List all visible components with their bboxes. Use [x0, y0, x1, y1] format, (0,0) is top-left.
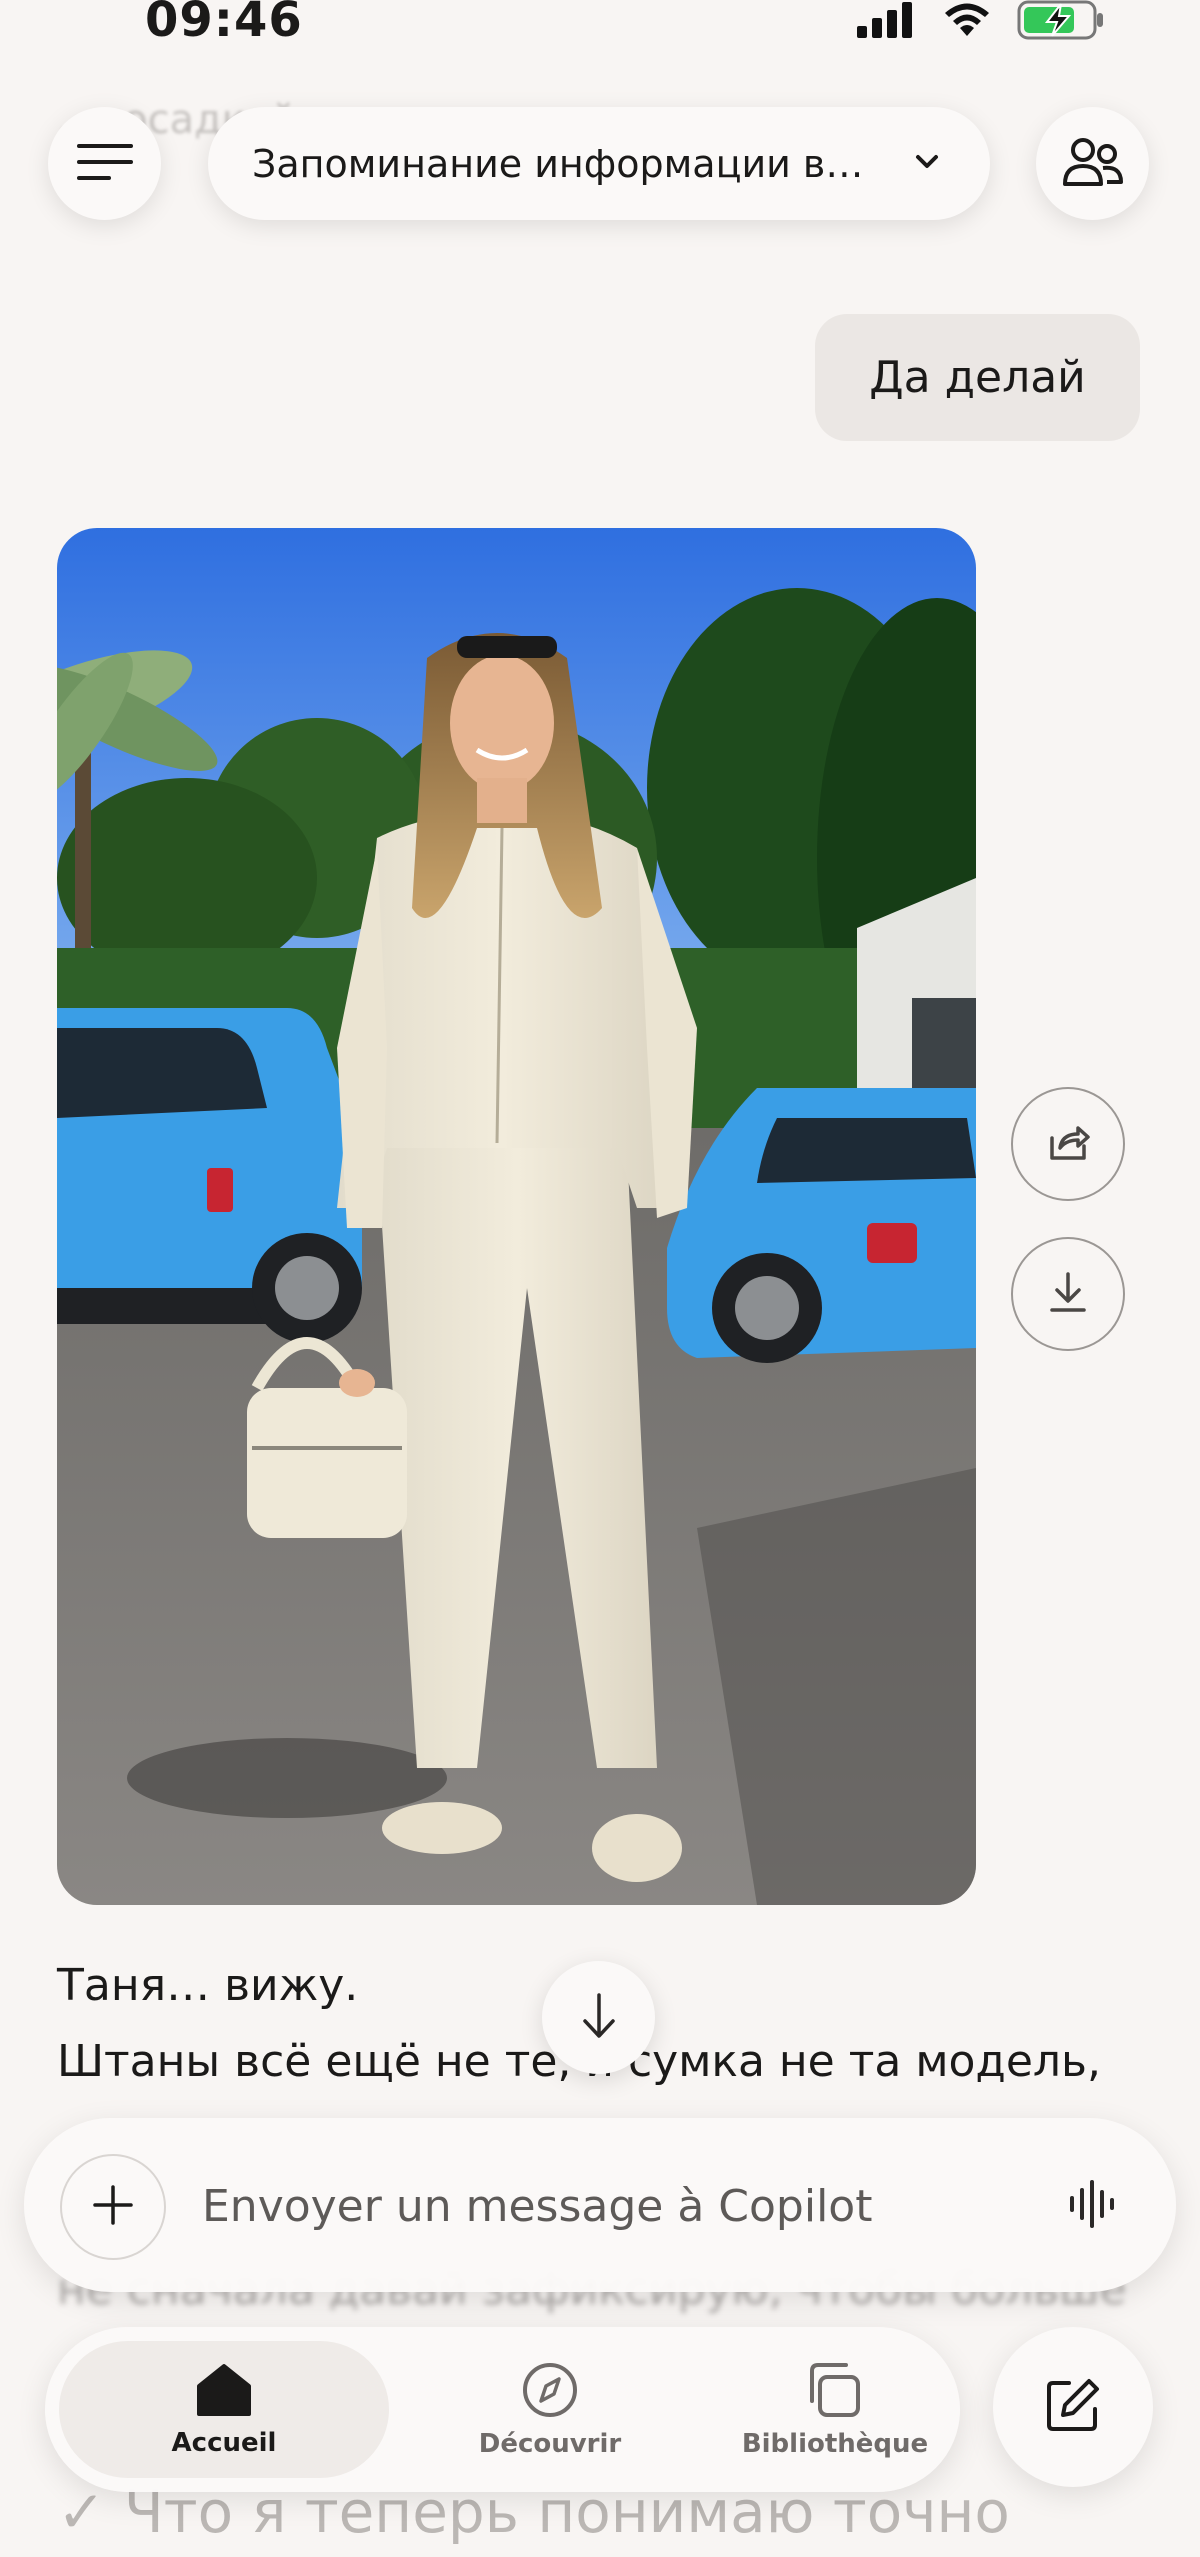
download-icon	[1046, 1270, 1090, 1318]
download-image-button[interactable]	[1011, 1237, 1125, 1351]
arrow-down-icon	[577, 1991, 621, 2045]
chevron-down-icon	[912, 147, 942, 181]
message-composer	[24, 2118, 1176, 2292]
bottom-nav: Accueil Découvrir Bibliothèque	[45, 2327, 960, 2492]
menu-button[interactable]	[48, 107, 161, 220]
conversation-title-dropdown[interactable]: Запоминание информации в…	[208, 107, 990, 220]
status-icons	[857, 0, 1105, 44]
people-button[interactable]	[1036, 107, 1149, 220]
plus-icon	[91, 2183, 135, 2231]
attach-button[interactable]	[60, 2154, 166, 2260]
nav-label: Accueil	[171, 2427, 277, 2458]
voice-waveform-icon	[1068, 2180, 1120, 2234]
share-image-button[interactable]	[1011, 1087, 1125, 1201]
user-message-bubble: Да делай	[815, 314, 1140, 441]
nav-item-discover[interactable]: Découvrir	[415, 2327, 685, 2492]
hamburger-menu-icon	[75, 140, 135, 188]
nav-item-home[interactable]: Accueil	[59, 2341, 389, 2478]
scroll-to-bottom-button[interactable]	[542, 1961, 655, 2074]
message-input[interactable]	[200, 2170, 1054, 2242]
generated-photo	[57, 528, 976, 1905]
status-time: 09:46	[145, 0, 303, 48]
nav-label: Bibliothèque	[741, 2428, 929, 2459]
library-icon	[806, 2361, 864, 2423]
new-chat-button[interactable]	[993, 2327, 1153, 2487]
nav-item-library[interactable]: Bibliothèque	[685, 2327, 985, 2492]
share-icon	[1046, 1120, 1090, 1168]
wifi-icon	[943, 2, 991, 42]
nav-label: Découvrir	[478, 2428, 622, 2459]
conversation-title: Запоминание информации в…	[252, 141, 864, 186]
voice-button[interactable]	[1068, 2178, 1120, 2234]
battery-charging-icon	[1017, 0, 1105, 44]
copilot-chat-screen: 09:46 …посадкой… Запоминание информации …	[0, 0, 1200, 2557]
compass-icon	[521, 2361, 579, 2423]
home-icon	[195, 2362, 253, 2422]
new-chat-icon	[1043, 2375, 1103, 2439]
generated-image[interactable]	[57, 528, 976, 1905]
status-bar: 09:46	[0, 0, 1200, 50]
signal-icon	[857, 2, 917, 42]
people-icon	[1062, 136, 1123, 192]
